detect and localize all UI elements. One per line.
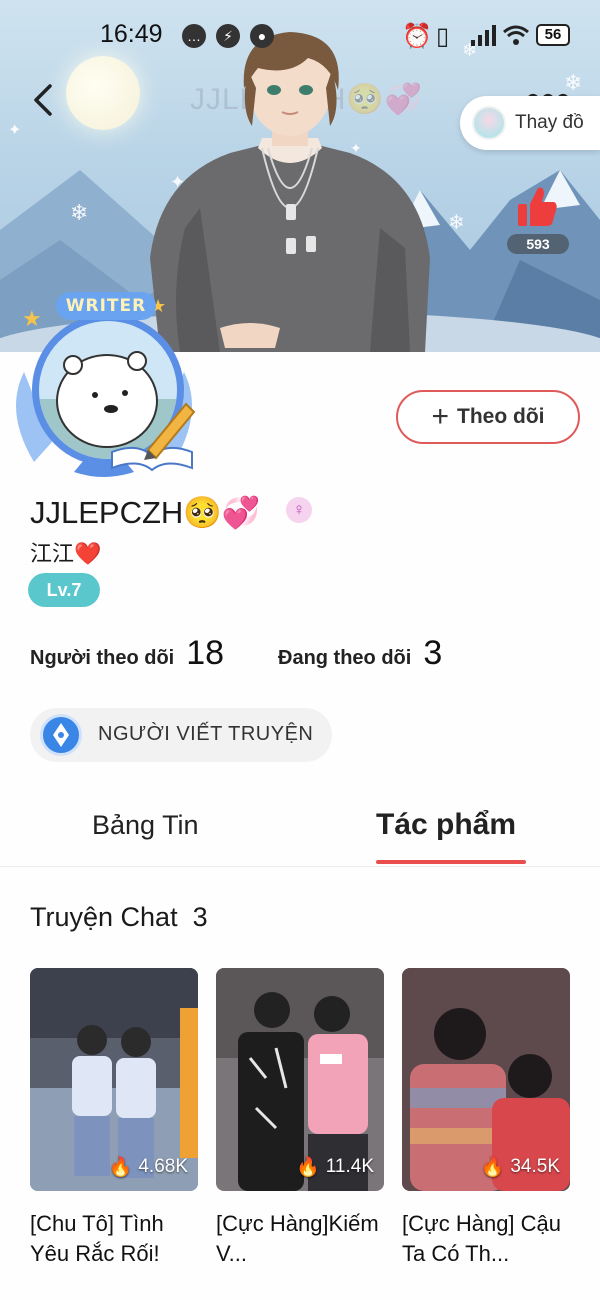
snowflake-icon: ❄	[70, 200, 89, 225]
story-cover: 🔥 34.5K	[402, 968, 570, 1191]
level-badge[interactable]: Lv.7	[28, 573, 100, 607]
profile-nickname: 江江❤️	[30, 541, 102, 566]
story-views: 🔥 34.5K	[481, 1155, 560, 1179]
like-count: 593	[507, 234, 569, 254]
section-count: 3	[192, 902, 208, 932]
tab-feed[interactable]: Bảng Tin	[92, 810, 199, 841]
story-views: 🔥 11.4K	[296, 1155, 374, 1179]
tab-divider	[0, 866, 600, 867]
avatar[interactable]: ★ ★ WRITER	[4, 292, 204, 478]
star-icon: ★	[22, 306, 42, 331]
app-notification-icon: ●	[250, 24, 274, 48]
cell-signal-icon	[471, 25, 496, 46]
writer-role-badge[interactable]: NGƯỜI VIẾT TRUYỆN	[30, 708, 332, 762]
flame-icon: 🔥	[480, 1157, 505, 1178]
status-time: 16:49	[100, 20, 163, 48]
message-icon: …	[182, 24, 206, 48]
female-gender-icon: ♀	[286, 497, 312, 523]
story-title: [Cực Hàng]Kiếm V...	[216, 1211, 379, 1266]
followers-count: 18	[186, 634, 225, 672]
section-title-label: Truyện Chat	[30, 902, 178, 932]
plus-icon: +	[431, 400, 450, 433]
story-cover: 🔥 4.68K	[30, 968, 198, 1191]
followers-stat[interactable]: Người theo dõi 18	[30, 634, 224, 673]
role-label: NGƯỜI VIẾT TRUYỆN	[98, 723, 314, 745]
following-count: 3	[423, 634, 443, 672]
story-view-count: 4.68K	[138, 1156, 188, 1177]
like-thumbs-up-icon[interactable]	[514, 184, 560, 230]
flame-icon: 🔥	[108, 1157, 133, 1178]
battery-indicator: 56	[536, 24, 570, 46]
follow-button[interactable]: + Theo dõi	[396, 390, 580, 444]
change-outfit-label: Thay đồ	[515, 112, 584, 133]
story-views: 🔥 4.68K	[109, 1155, 188, 1179]
story-card[interactable]: 🔥 11.4K [Cực Hàng]Kiếm V...	[216, 968, 384, 1269]
writer-frame-label: WRITER	[56, 292, 156, 320]
story-cover: 🔥 11.4K	[216, 968, 384, 1191]
back-button[interactable]	[26, 80, 62, 120]
following-stat[interactable]: Đang theo dõi 3	[278, 634, 442, 673]
story-card[interactable]: 🔥 34.5K [Cực Hàng] Cậu Ta Có Th...	[402, 968, 570, 1269]
profile-username: JJLEPCZH🥺💞	[30, 495, 261, 530]
story-title: [Chu Tô] Tình Yêu Rắc Rối!	[30, 1211, 164, 1266]
story-view-count: 34.5K	[510, 1156, 560, 1177]
pen-and-book-icon	[111, 402, 196, 472]
flame-icon: 🔥	[296, 1157, 320, 1178]
wifi-icon	[503, 25, 529, 45]
change-outfit-button[interactable]: Thay đồ	[460, 96, 600, 150]
follow-button-label: Theo dõi	[457, 405, 545, 428]
followers-label: Người theo dõi	[30, 647, 175, 669]
status-bar: 16:49 … ⚡ ● ⏰ ▯ 56	[0, 0, 600, 72]
section-title: Truyện Chat 3	[30, 902, 208, 933]
following-label: Đang theo dõi	[278, 647, 412, 669]
active-tab-indicator	[376, 860, 526, 864]
story-title: [Cực Hàng] Cậu Ta Có Th...	[402, 1211, 562, 1266]
story-view-count: 11.4K	[325, 1156, 374, 1177]
pen-nib-icon	[40, 714, 82, 756]
vibrate-icon: ▯	[436, 23, 450, 50]
snowflake-icon: ✦	[8, 122, 22, 139]
alarm-icon: ⏰	[402, 23, 432, 50]
story-card[interactable]: 🔥 4.68K [Chu Tô] Tình Yêu Rắc Rối!	[30, 968, 198, 1269]
snowflake-icon: ❄	[448, 212, 465, 234]
outfit-thumbnail	[472, 106, 506, 140]
tab-works[interactable]: Tác phẩm	[376, 808, 516, 842]
shield-icon: ⚡	[216, 24, 240, 48]
